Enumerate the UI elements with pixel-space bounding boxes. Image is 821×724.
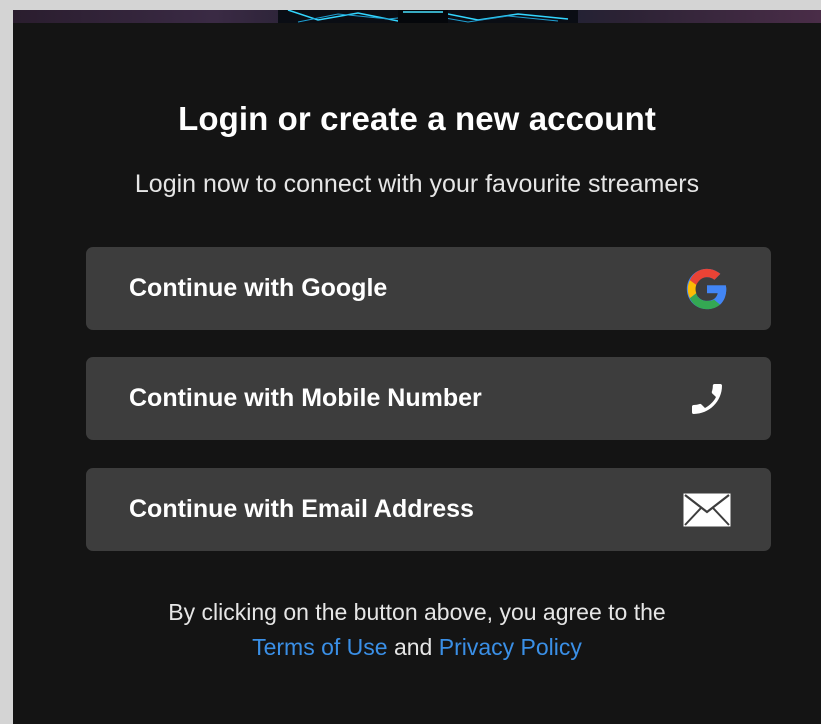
privacy-policy-link[interactable]: Privacy Policy [439,634,582,660]
phone-icon [683,376,731,422]
terms-links-line: Terms of Use and Privacy Policy [13,630,821,665]
mobile-button-label: Continue with Mobile Number [129,384,482,412]
terms-of-use-link[interactable]: Terms of Use [252,634,387,660]
google-button-label: Continue with Google [129,274,388,302]
and-text: and [393,634,433,660]
email-button-label: Continue with Email Address [129,495,474,523]
login-modal: Login or create a new account Login now … [13,10,821,724]
banner-image [13,10,821,23]
modal-subtitle: Login now to connect with your favourite… [134,170,700,198]
google-icon [683,266,731,312]
envelope-icon [683,487,731,533]
continue-with-google-button[interactable]: Continue with Google [86,247,771,330]
page-backdrop: Login or create a new account Login now … [0,0,821,724]
modal-title: Login or create a new account [178,100,656,137]
continue-with-email-button[interactable]: Continue with Email Address [86,468,771,551]
terms-notice-line: By clicking on the button above, you agr… [168,599,666,625]
banner-art [278,10,578,23]
continue-with-mobile-button[interactable]: Continue with Mobile Number [86,357,771,440]
terms-notice: By clicking on the button above, you agr… [13,595,821,665]
